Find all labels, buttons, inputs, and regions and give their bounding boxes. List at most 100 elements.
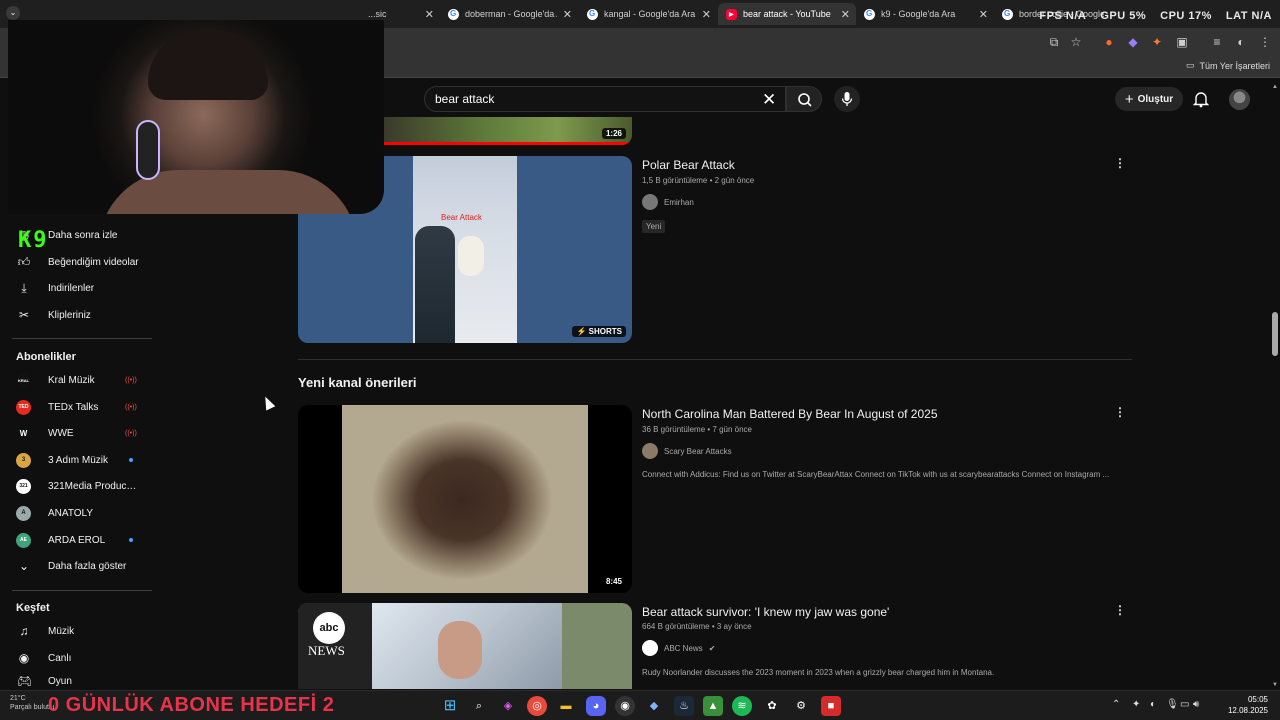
close-icon[interactable]: ✕ (979, 8, 988, 21)
sidebar-channel[interactable]: KRAL Kral Müzik ((•)) (0, 368, 154, 392)
notifications-button[interactable] (1192, 90, 1210, 113)
windows-taskbar: 21°C Parçalı bulutlu 0 GÜNLÜK ABONE HEDE… (0, 690, 1280, 720)
all-bookmarks-folder[interactable]: ▭ Tüm Yer İşaretleri (1186, 60, 1270, 71)
browser-tab-active[interactable]: bear attack - YouTube ✕ (718, 3, 856, 25)
music-note-icon: ♫ (19, 624, 29, 638)
more-actions-icon[interactable]: ⋮ (1114, 603, 1126, 617)
thumbs-up-icon: 👍︎ (17, 255, 31, 269)
page-scrollbar[interactable]: ▲ ▼ (1270, 84, 1280, 688)
sidebar-channel[interactable]: TED TEDx Talks ((•)) (0, 395, 154, 419)
close-icon[interactable]: ✕ (425, 8, 434, 21)
webcam-overlay (8, 20, 384, 214)
close-icon[interactable]: ✕ (702, 8, 711, 21)
video-description: Rudy Noorlander discusses the 2023 momen… (642, 668, 995, 677)
sidebar-item-label: ARDA EROL (48, 534, 106, 546)
system-clock[interactable]: 05:05 12.08.2025 (1228, 694, 1268, 716)
extension-icon[interactable]: ✦ (1150, 35, 1164, 49)
channel-name: Scary Bear Attacks (664, 446, 732, 456)
spotify-icon[interactable]: ≋ (732, 696, 752, 716)
more-actions-icon[interactable]: ⋮ (1114, 405, 1126, 419)
watch-progress-bar (384, 142, 632, 145)
sidebar-item-clips[interactable]: ✂ Klipleriniz (0, 303, 154, 327)
settings-icon[interactable]: ⚙ (791, 696, 811, 716)
shorts-frame: Bear Attack (413, 156, 517, 343)
sidebar-item-live[interactable]: ◉ Canlı (0, 646, 154, 670)
sidebar-item-gaming[interactable]: 🎮︎ Oyun (0, 672, 154, 690)
show-more-button[interactable]: ⌄ Daha fazla göster (0, 554, 154, 578)
survivor-face (438, 621, 482, 679)
tray-overflow-icon[interactable]: ⌃ (1112, 699, 1120, 710)
channel-avatar: 321 (16, 478, 31, 494)
extension-icon[interactable]: ◆ (1126, 35, 1140, 49)
browser-tab[interactable]: kangal - Google'da Ara ✕ (579, 3, 717, 25)
app-tray-icon[interactable]: ◐ (1150, 699, 1156, 710)
reading-list-icon[interactable]: ≡ (1210, 35, 1224, 49)
sidebar-channel[interactable]: AE ARDA EROL (0, 528, 154, 552)
video-title[interactable]: North Carolina Man Battered By Bear In A… (642, 407, 938, 421)
sidebar-item-downloads[interactable]: ⤓ İndirilenler (0, 276, 154, 300)
k9-stream-logo: K9 (18, 228, 49, 253)
more-menu-icon[interactable]: ⋮ (1258, 35, 1272, 49)
more-actions-icon[interactable]: ⋮ (1114, 156, 1126, 170)
channel-link[interactable]: ABC News ✔ (642, 640, 715, 656)
extensions-puzzle-icon[interactable]: ▣ (1175, 35, 1189, 49)
sidebar-item-label: Canlı (48, 652, 72, 664)
volume-icon[interactable]: 🔊︎ (1193, 699, 1199, 710)
channel-link[interactable]: Emirhan (642, 194, 694, 210)
sidebar-divider (12, 590, 152, 591)
profile-icon[interactable]: ◐ (1234, 35, 1248, 49)
search-icon[interactable]: ⌕ (469, 696, 489, 716)
search-box (424, 86, 786, 112)
app-icon[interactable]: ▲ (703, 696, 723, 716)
scroll-up-arrow[interactable]: ▲ (1272, 84, 1278, 90)
obs-icon[interactable]: ◉ (615, 696, 635, 716)
network-icon[interactable]: ✦ (1132, 699, 1140, 710)
close-icon[interactable]: ✕ (563, 8, 572, 21)
sidebar-channel[interactable]: W WWE ((•)) (0, 421, 154, 445)
microphone-tray-icon[interactable]: 🎙︎ (1166, 699, 1179, 710)
sidebar-item-liked-videos[interactable]: 👍︎ Beğendiğim videolar (0, 250, 154, 274)
close-icon[interactable]: ✕ (841, 8, 850, 21)
tab-list-dropdown-icon[interactable]: ⌄ (6, 6, 20, 20)
headset-icon (136, 120, 160, 180)
bookmark-star-icon[interactable]: ☆ (1069, 35, 1083, 49)
windows-start-icon[interactable]: ⊞ (440, 696, 460, 716)
app-icon[interactable]: ✿ (762, 696, 782, 716)
voice-search-button[interactable] (834, 86, 860, 112)
create-button[interactable]: + Oluştur (1115, 87, 1183, 111)
sidebar-channel[interactable]: 321 321Media Producti... (0, 474, 154, 498)
channel-avatar: TED (16, 399, 31, 415)
steam-icon[interactable]: ♨ (674, 696, 694, 716)
sidebar-item-label: Daha sonra izle (48, 229, 118, 241)
search-input[interactable] (435, 92, 735, 106)
scrollbar-thumb[interactable] (1272, 312, 1278, 356)
discord-icon[interactable]: ◕ (586, 696, 606, 716)
video-thumbnail[interactable]: 1:26 (384, 117, 632, 145)
video-title[interactable]: Polar Bear Attack (642, 158, 735, 172)
sidebar-channel[interactable]: A ANATOLY (0, 501, 154, 525)
extension-icon[interactable]: ● (1102, 35, 1116, 49)
copilot-icon[interactable]: ◈ (498, 696, 518, 716)
sidebar-channel[interactable]: 3 3 Adım Müzik (0, 448, 154, 472)
scroll-down-arrow[interactable]: ▼ (1272, 682, 1278, 688)
sidebar-item-music[interactable]: ♫ Müzik (0, 619, 154, 643)
video-thumbnail[interactable]: 8:45 (298, 405, 632, 593)
file-explorer-icon[interactable]: ▬ (556, 696, 576, 716)
channel-avatar (642, 443, 658, 459)
app-icon[interactable]: ◆ (644, 696, 664, 716)
search-button[interactable] (786, 86, 822, 112)
install-app-icon[interactable]: ⧉ (1047, 35, 1061, 49)
account-avatar[interactable] (1229, 89, 1250, 110)
chrome-icon[interactable]: ◎ (527, 696, 547, 716)
browser-tab[interactable]: doberman - Google'da Ara ✕ (440, 3, 578, 25)
gamepad-icon: 🎮︎ (17, 674, 33, 688)
live-indicator-icon: ((•)) (125, 429, 137, 437)
display-icon[interactable]: ▭ (1180, 699, 1189, 710)
video-thumbnail[interactable]: abc NEWS (298, 603, 632, 689)
app-icon[interactable]: ■ (821, 696, 841, 716)
browser-tab[interactable]: k9 - Google'da Ara ✕ (856, 3, 994, 25)
channel-link[interactable]: Scary Bear Attacks (642, 443, 732, 459)
video-title[interactable]: Bear attack survivor: 'I knew my jaw was… (642, 605, 889, 619)
clear-search-icon[interactable]: ✕ (762, 90, 776, 110)
shorts-icon: ⚡ (576, 327, 587, 336)
